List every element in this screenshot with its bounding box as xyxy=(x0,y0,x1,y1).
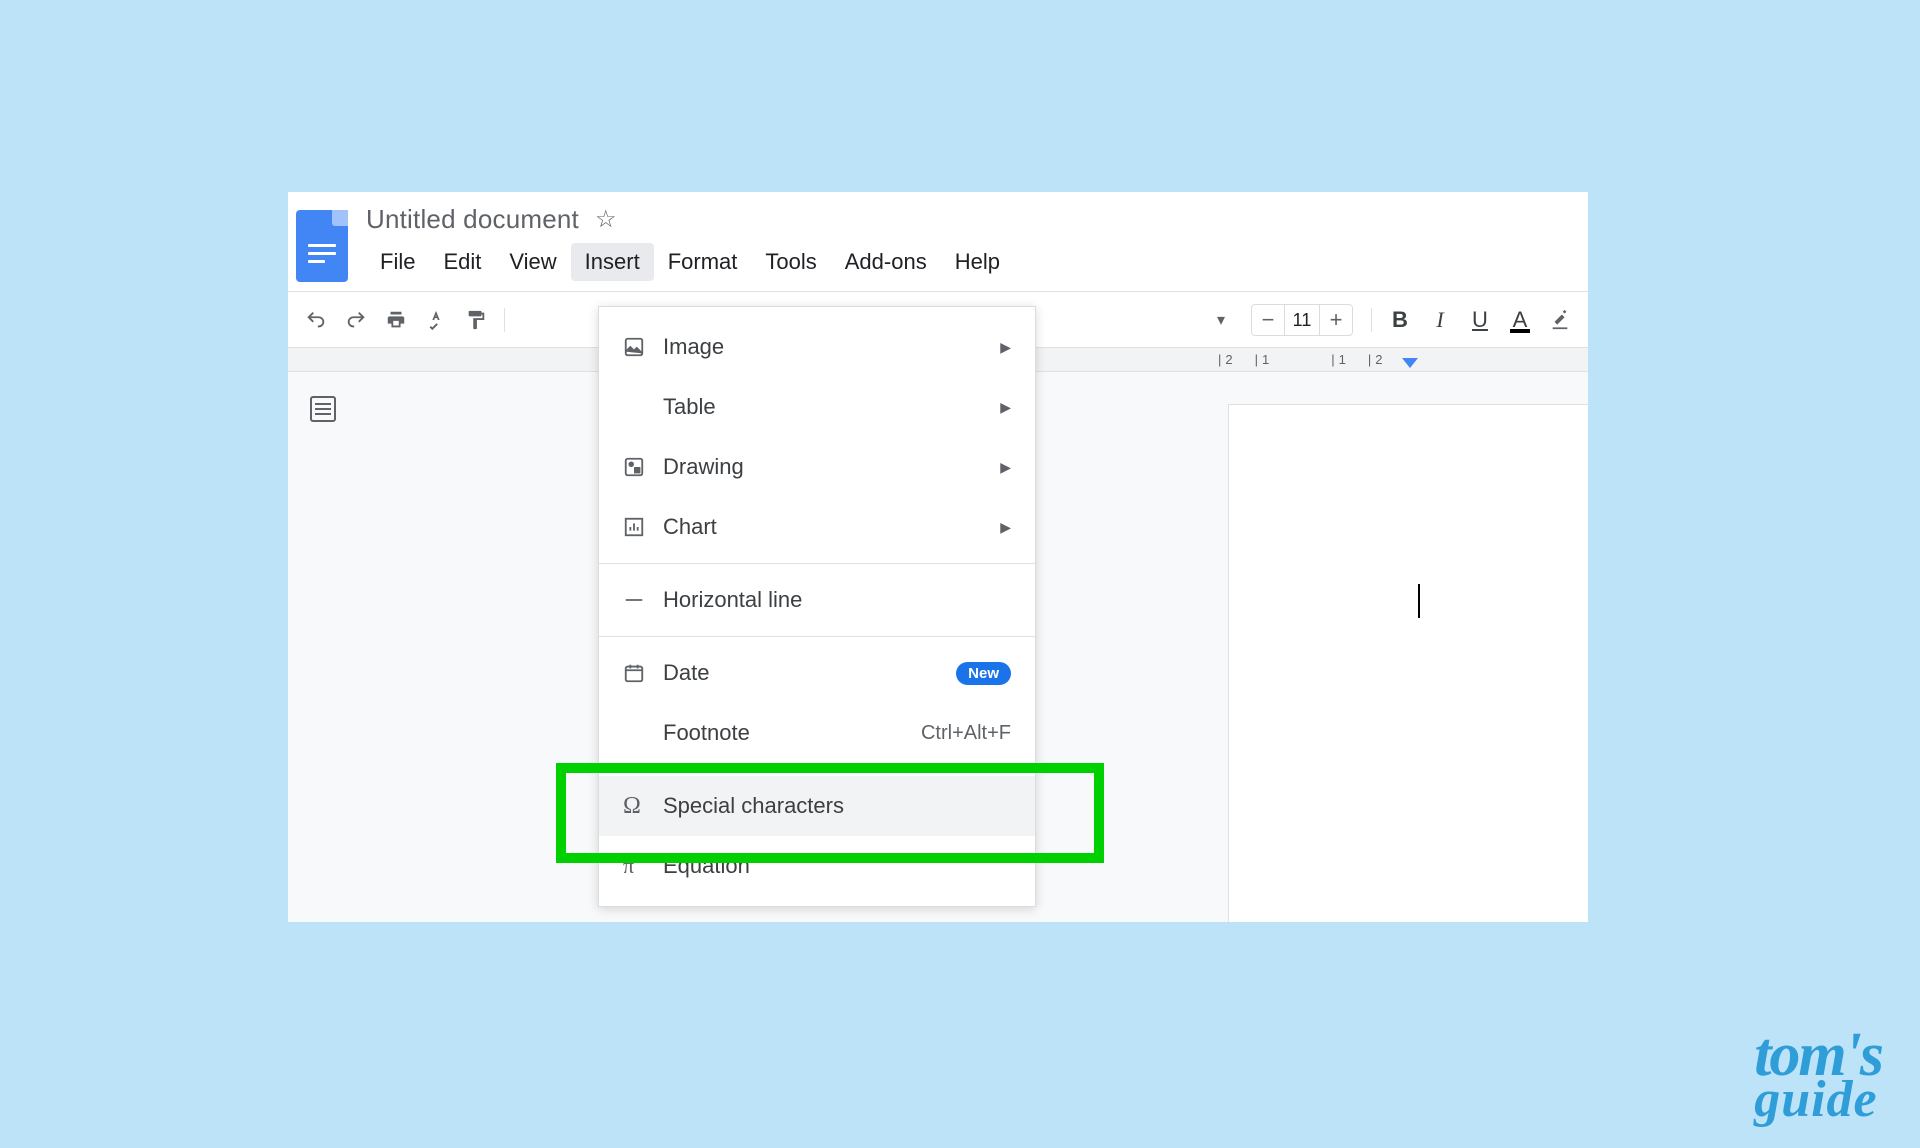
hline-icon xyxy=(623,589,663,611)
submenu-arrow-icon: ▶ xyxy=(1000,399,1011,416)
outline-panel[interactable] xyxy=(288,372,358,922)
insert-footnote-label: Footnote xyxy=(663,720,921,746)
styles-dropdown[interactable]: ▾ xyxy=(1203,302,1239,338)
font-size-control[interactable]: − 11 + xyxy=(1251,304,1353,336)
insert-special-chars-label: Special characters xyxy=(663,793,1011,819)
menu-file[interactable]: File xyxy=(366,243,429,281)
insert-horizontal-line[interactable]: Horizontal line xyxy=(599,570,1035,630)
font-size-value[interactable]: 11 xyxy=(1284,305,1320,335)
font-size-decrease[interactable]: − xyxy=(1252,307,1284,333)
menu-addons[interactable]: Add-ons xyxy=(831,243,941,281)
insert-table-label: Table xyxy=(663,394,1000,420)
menu-view[interactable]: View xyxy=(495,243,570,281)
google-docs-logo[interactable] xyxy=(296,210,348,282)
undo-button[interactable] xyxy=(298,302,334,338)
bold-button[interactable]: B xyxy=(1382,302,1418,338)
new-badge: New xyxy=(956,662,1011,685)
insert-special-characters[interactable]: Ω Special characters xyxy=(599,776,1035,836)
ruler-tick: 2 xyxy=(1368,352,1383,367)
date-icon xyxy=(623,662,663,684)
document-title[interactable]: Untitled document xyxy=(366,204,579,235)
ruler-tick: 1 xyxy=(1331,352,1346,367)
menu-help[interactable]: Help xyxy=(941,243,1014,281)
font-size-increase[interactable]: + xyxy=(1320,307,1352,333)
chart-icon xyxy=(623,516,663,538)
paint-format-button[interactable] xyxy=(458,302,494,338)
image-icon xyxy=(623,336,663,358)
insert-equation[interactable]: π² Equation xyxy=(599,836,1035,896)
star-icon[interactable]: ☆ xyxy=(595,205,617,234)
ruler-indent-marker[interactable] xyxy=(1402,358,1418,368)
insert-table[interactable]: Table ▶ xyxy=(599,377,1035,437)
menu-tools[interactable]: Tools xyxy=(751,243,830,281)
pi-icon: π² xyxy=(623,853,663,879)
italic-button[interactable]: I xyxy=(1422,302,1458,338)
shortcut-text: Ctrl+Alt+F xyxy=(921,722,1011,745)
submenu-arrow-icon: ▶ xyxy=(1000,459,1011,476)
underline-button[interactable]: U xyxy=(1462,302,1498,338)
text-cursor xyxy=(1418,584,1420,618)
menu-insert[interactable]: Insert xyxy=(571,243,654,281)
document-page[interactable] xyxy=(1228,404,1588,922)
insert-chart-label: Chart xyxy=(663,514,1000,540)
submenu-arrow-icon: ▶ xyxy=(1000,339,1011,356)
spellcheck-button[interactable] xyxy=(418,302,454,338)
ruler-tick: 2 xyxy=(1218,352,1233,367)
menu-bar: File Edit View Insert Format Tools Add-o… xyxy=(366,243,1014,281)
insert-drawing[interactable]: Drawing ▶ xyxy=(599,437,1035,497)
redo-button[interactable] xyxy=(338,302,374,338)
insert-date-label: Date xyxy=(663,660,956,686)
submenu-arrow-icon: ▶ xyxy=(1000,519,1011,536)
print-button[interactable] xyxy=(378,302,414,338)
insert-chart[interactable]: Chart ▶ xyxy=(599,497,1035,557)
ruler-tick: 1 xyxy=(1255,352,1270,367)
insert-drawing-label: Drawing xyxy=(663,454,1000,480)
insert-footnote[interactable]: Footnote Ctrl+Alt+F xyxy=(599,703,1035,763)
menu-format[interactable]: Format xyxy=(654,243,752,281)
insert-dropdown-menu: Image ▶ Table ▶ Drawing ▶ Chart ▶ xyxy=(598,306,1036,907)
insert-image[interactable]: Image ▶ xyxy=(599,317,1035,377)
omega-icon: Ω xyxy=(623,793,663,820)
toms-guide-watermark: tom's guide xyxy=(1754,1029,1882,1122)
insert-hline-label: Horizontal line xyxy=(663,587,1011,613)
drawing-icon xyxy=(623,456,663,478)
google-docs-window: Untitled document ☆ File Edit View Inser… xyxy=(288,192,1588,922)
highlight-button[interactable] xyxy=(1542,302,1578,338)
insert-date[interactable]: Date New xyxy=(599,643,1035,703)
text-color-button[interactable]: A xyxy=(1502,302,1538,338)
outline-icon xyxy=(310,396,336,422)
insert-image-label: Image xyxy=(663,334,1000,360)
menu-edit[interactable]: Edit xyxy=(429,243,495,281)
header: Untitled document ☆ File Edit View Inser… xyxy=(288,192,1588,292)
insert-equation-label: Equation xyxy=(663,853,1011,879)
